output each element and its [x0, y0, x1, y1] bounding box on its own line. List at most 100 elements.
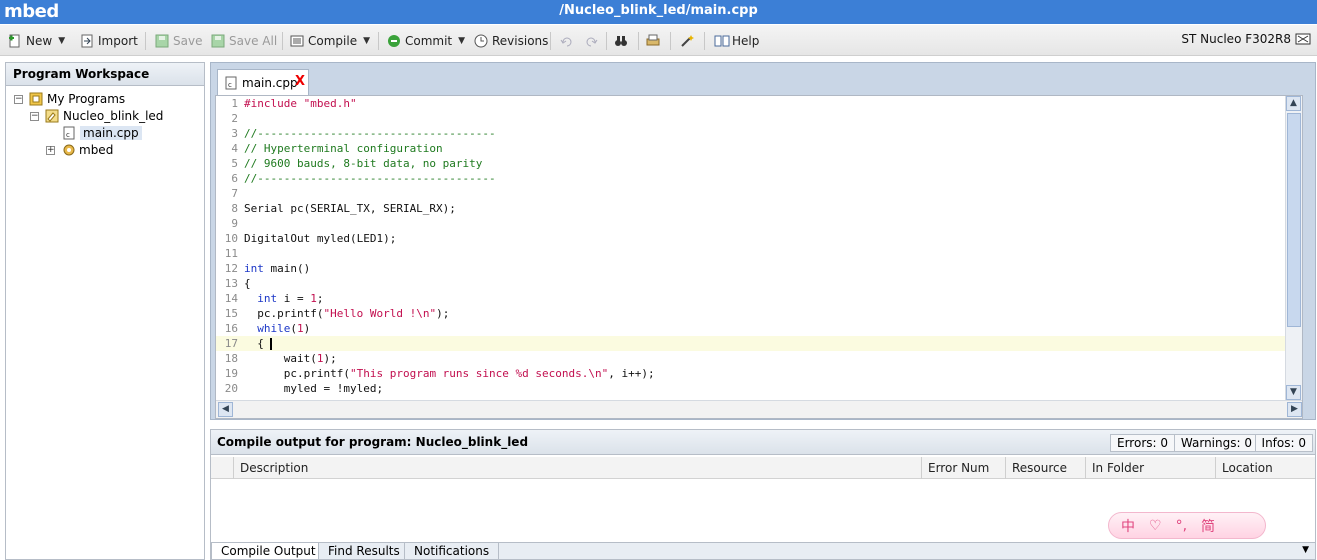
- toolbar-divider: [282, 32, 283, 50]
- code-line[interactable]: 8 Serial pc(SERIAL_TX, SERIAL_RX);: [216, 201, 1286, 216]
- help-label: Help: [732, 34, 760, 48]
- line-number: 19: [224, 367, 238, 380]
- code-text: {: [244, 277, 251, 290]
- board-icon: [1295, 32, 1311, 46]
- code-line[interactable]: 10 DigitalOut myled(LED1);: [216, 231, 1286, 246]
- tab-label: main.cpp: [242, 75, 298, 90]
- column-error-num[interactable]: Error Num: [921, 457, 1005, 479]
- code-line[interactable]: 13 {: [216, 276, 1286, 291]
- code-text: DigitalOut myled(LED1);: [244, 232, 397, 245]
- code-line[interactable]: 19 pc.printf("This program runs since %d…: [216, 366, 1286, 381]
- collapse-icon[interactable]: −: [14, 94, 23, 104]
- print-button[interactable]: [646, 32, 664, 50]
- scroll-up-icon[interactable]: ▲: [1286, 96, 1301, 111]
- code-area[interactable]: 1 #include "mbed.h" 2 3 //------------------…: [216, 96, 1286, 400]
- expand-icon[interactable]: +: [46, 145, 55, 155]
- code-line[interactable]: 11: [216, 246, 1286, 261]
- code-line[interactable]: 5 // 9600 bauds, 8-bit data, no parity: [216, 156, 1286, 171]
- code-line[interactable]: 17 {: [216, 336, 1286, 351]
- code-text: //------------------------------------: [244, 172, 496, 185]
- import-label: Import: [98, 34, 138, 48]
- import-button[interactable]: Import: [80, 32, 138, 50]
- line-number: 13: [224, 277, 238, 290]
- help-button[interactable]: Help: [714, 32, 759, 50]
- line-number: 9: [231, 217, 238, 230]
- tree-item-my-programs[interactable]: − My Programs: [14, 91, 125, 107]
- code-text: myled = !myled;: [244, 382, 384, 395]
- ime-char[interactable]: 中: [1121, 516, 1135, 536]
- book-icon: [714, 34, 730, 48]
- ime-toolbar[interactable]: 中 ♡ °, 简: [1108, 512, 1266, 539]
- tree-item-mbed-library[interactable]: + mbed: [46, 142, 113, 158]
- new-button[interactable]: New ▼: [8, 32, 65, 50]
- commit-button[interactable]: Commit ▼: [387, 32, 465, 50]
- code-line[interactable]: 15 pc.printf("Hello World !\n");: [216, 306, 1286, 321]
- tree-item-program[interactable]: − Nucleo_blink_led: [30, 108, 163, 124]
- collapse-icon[interactable]: −: [30, 111, 39, 121]
- tab-find-results[interactable]: Find Results: [318, 542, 410, 559]
- tab-notifications[interactable]: Notifications: [404, 542, 500, 559]
- code-editor[interactable]: 1 #include "mbed.h" 2 3 //------------------…: [215, 95, 1303, 419]
- column-location[interactable]: Location: [1215, 457, 1315, 479]
- code-line[interactable]: 3 //------------------------------------: [216, 126, 1286, 141]
- cpp-file-icon: c: [224, 76, 238, 90]
- revisions-button[interactable]: Revisions: [474, 32, 548, 50]
- magic-wand-icon: [680, 34, 694, 48]
- editor-panel: c main.cpp X 1 #include "mbed.h" 2 3 //-----…: [210, 62, 1316, 420]
- device-selector[interactable]: ST Nucleo F302R8: [1181, 32, 1313, 46]
- column-in-folder[interactable]: In Folder: [1085, 457, 1215, 479]
- scroll-left-icon[interactable]: ◀: [218, 402, 233, 417]
- undo-button[interactable]: [560, 32, 578, 50]
- new-label: New: [26, 34, 53, 48]
- program-icon: [45, 109, 59, 123]
- tree-label: main.cpp: [80, 126, 142, 140]
- ime-char[interactable]: ♡: [1149, 518, 1162, 534]
- column-description[interactable]: Description: [233, 457, 921, 479]
- toolbar-divider: [550, 32, 551, 50]
- ime-char[interactable]: 简: [1201, 516, 1215, 536]
- toolbar: New ▼ Import Save Save All Compile ▼ Com…: [0, 25, 1317, 56]
- vertical-scrollbar[interactable]: ▲ ▼: [1285, 96, 1302, 400]
- code-line[interactable]: 20 myled = !myled;: [216, 381, 1286, 396]
- chevron-down-icon[interactable]: ▼: [1302, 545, 1309, 555]
- save-icon: [155, 34, 169, 48]
- code-text: pc.printf("Hello World !\n");: [244, 307, 450, 320]
- code-line[interactable]: 2: [216, 111, 1286, 126]
- tab-main-cpp[interactable]: c main.cpp X: [217, 69, 309, 95]
- line-number: 3: [231, 127, 238, 140]
- code-line[interactable]: 4 // Hyperterminal configuration: [216, 141, 1286, 156]
- tab-compile-output[interactable]: Compile Output: [211, 542, 326, 559]
- code-line[interactable]: 1 #include "mbed.h": [216, 96, 1286, 111]
- line-number: 17: [224, 337, 238, 350]
- close-icon[interactable]: X: [295, 74, 305, 89]
- scroll-right-icon[interactable]: ▶: [1287, 402, 1302, 417]
- code-text: wait(1);: [244, 352, 337, 365]
- column-resource[interactable]: Resource: [1005, 457, 1085, 479]
- horizontal-scrollbar[interactable]: ◀ ▶: [216, 400, 1302, 418]
- code-line[interactable]: 18 wait(1);: [216, 351, 1286, 366]
- find-button[interactable]: [614, 32, 632, 50]
- redo-icon: [584, 34, 598, 48]
- output-tabs: Compile Output Find Results Notification…: [211, 542, 1315, 559]
- device-name: ST Nucleo F302R8: [1181, 32, 1291, 46]
- format-button[interactable]: [680, 32, 698, 50]
- title-bar: mbed /Nucleo_blink_led/main.cpp: [0, 0, 1317, 24]
- program-workspace: Program Workspace − My Programs − Nucleo…: [5, 62, 205, 560]
- code-line[interactable]: 12 int main(): [216, 261, 1286, 276]
- line-number: 5: [231, 157, 238, 170]
- save-all-button[interactable]: Save All: [211, 32, 277, 50]
- line-number: 14: [224, 292, 238, 305]
- save-button[interactable]: Save: [155, 32, 202, 50]
- code-line[interactable]: 6 //------------------------------------: [216, 171, 1286, 186]
- code-line[interactable]: 9: [216, 216, 1286, 231]
- ime-char[interactable]: °,: [1176, 518, 1187, 534]
- code-line[interactable]: 7: [216, 186, 1286, 201]
- line-number: 4: [231, 142, 238, 155]
- scroll-down-icon[interactable]: ▼: [1286, 385, 1301, 400]
- compile-button[interactable]: Compile ▼: [290, 32, 370, 50]
- scroll-thumb[interactable]: [1287, 113, 1301, 327]
- redo-button[interactable]: [584, 32, 602, 50]
- code-line[interactable]: 14 int i = 1;: [216, 291, 1286, 306]
- code-line[interactable]: 16 while(1): [216, 321, 1286, 336]
- tree-item-main-cpp[interactable]: c main.cpp: [62, 125, 142, 141]
